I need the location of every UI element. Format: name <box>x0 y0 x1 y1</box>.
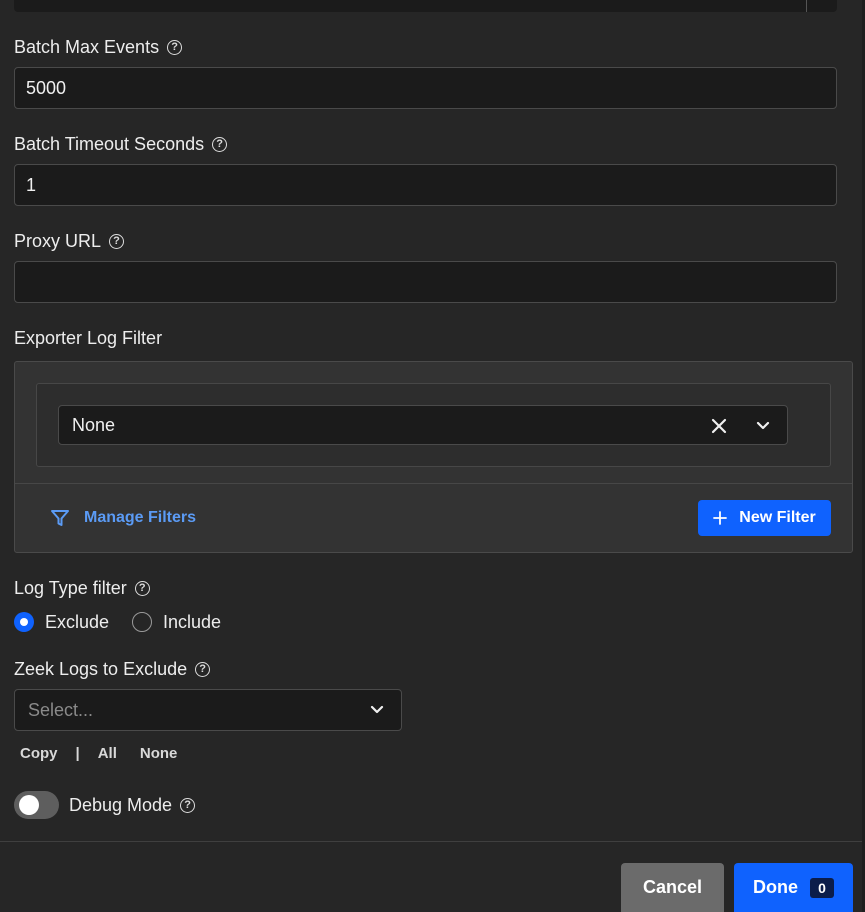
radio-exclude-label: Exclude <box>45 611 110 632</box>
zeek-logs-select[interactable]: Select... <box>14 689 402 731</box>
exporter-log-filter-select[interactable]: None <box>58 405 788 445</box>
proxy-url-label: Proxy URL ? <box>14 229 125 253</box>
footer-divider <box>0 841 865 842</box>
copy-link[interactable]: Copy <box>20 745 58 762</box>
exporter-log-filter-label: Exporter Log Filter <box>14 327 163 348</box>
toggle-knob <box>19 795 39 815</box>
log-type-filter-label: Log Type filter ? <box>14 576 150 600</box>
batch-max-events-input[interactable] <box>14 67 837 109</box>
question-circle-icon[interactable]: ? <box>212 136 228 152</box>
previous-field-remnant <box>14 0 837 12</box>
new-filter-button[interactable]: New Filter <box>698 500 831 536</box>
question-circle-icon[interactable]: ? <box>134 580 150 596</box>
manage-filters-label: Manage Filters <box>84 509 197 526</box>
all-link[interactable]: All <box>98 745 117 762</box>
radio-include-label: Include <box>163 611 222 632</box>
new-filter-label: New Filter <box>739 509 816 526</box>
question-circle-icon[interactable]: ? <box>195 661 211 677</box>
radio-include-indicator[interactable] <box>132 612 152 632</box>
question-circle-icon[interactable]: ? <box>167 39 183 55</box>
actions-separator: | <box>75 744 80 762</box>
radio-exclude-indicator[interactable] <box>14 612 34 632</box>
selected-filter-value: None <box>72 414 116 435</box>
debug-mode-label: Debug Mode ? <box>69 793 196 817</box>
chevron-down-icon[interactable] <box>755 419 771 433</box>
batch-max-events-label: Batch Max Events ? <box>14 35 183 59</box>
done-count-badge: 0 <box>810 877 834 898</box>
cancel-label: Cancel <box>642 877 703 897</box>
manage-filters-link[interactable]: Manage Filters <box>50 507 196 529</box>
question-circle-icon[interactable]: ? <box>180 797 196 813</box>
previous-field-divider <box>806 0 807 12</box>
batch-timeout-seconds-label: Batch Timeout Seconds ? <box>14 132 228 156</box>
zeek-logs-placeholder: Select... <box>28 699 94 720</box>
batch-timeout-seconds-input[interactable] <box>14 164 837 206</box>
zeek-logs-actions: Copy | All None <box>20 743 177 763</box>
zeek-logs-label: Zeek Logs to Exclude ? <box>14 657 211 681</box>
filter-funnel-icon <box>51 510 69 526</box>
done-label: Done <box>753 877 798 897</box>
proxy-url-input[interactable] <box>14 261 837 303</box>
panel-divider <box>15 483 852 484</box>
close-icon[interactable] <box>710 417 728 435</box>
radio-include[interactable]: Include <box>132 610 221 634</box>
radio-exclude[interactable]: Exclude <box>14 610 109 634</box>
none-link[interactable]: None <box>140 745 178 762</box>
done-button[interactable]: Done 0 <box>734 863 853 912</box>
plus-icon <box>713 511 728 525</box>
debug-mode-toggle[interactable] <box>14 791 59 819</box>
question-circle-icon[interactable]: ? <box>109 233 125 249</box>
cancel-button[interactable]: Cancel <box>621 863 724 912</box>
chevron-down-icon[interactable] <box>369 703 385 717</box>
